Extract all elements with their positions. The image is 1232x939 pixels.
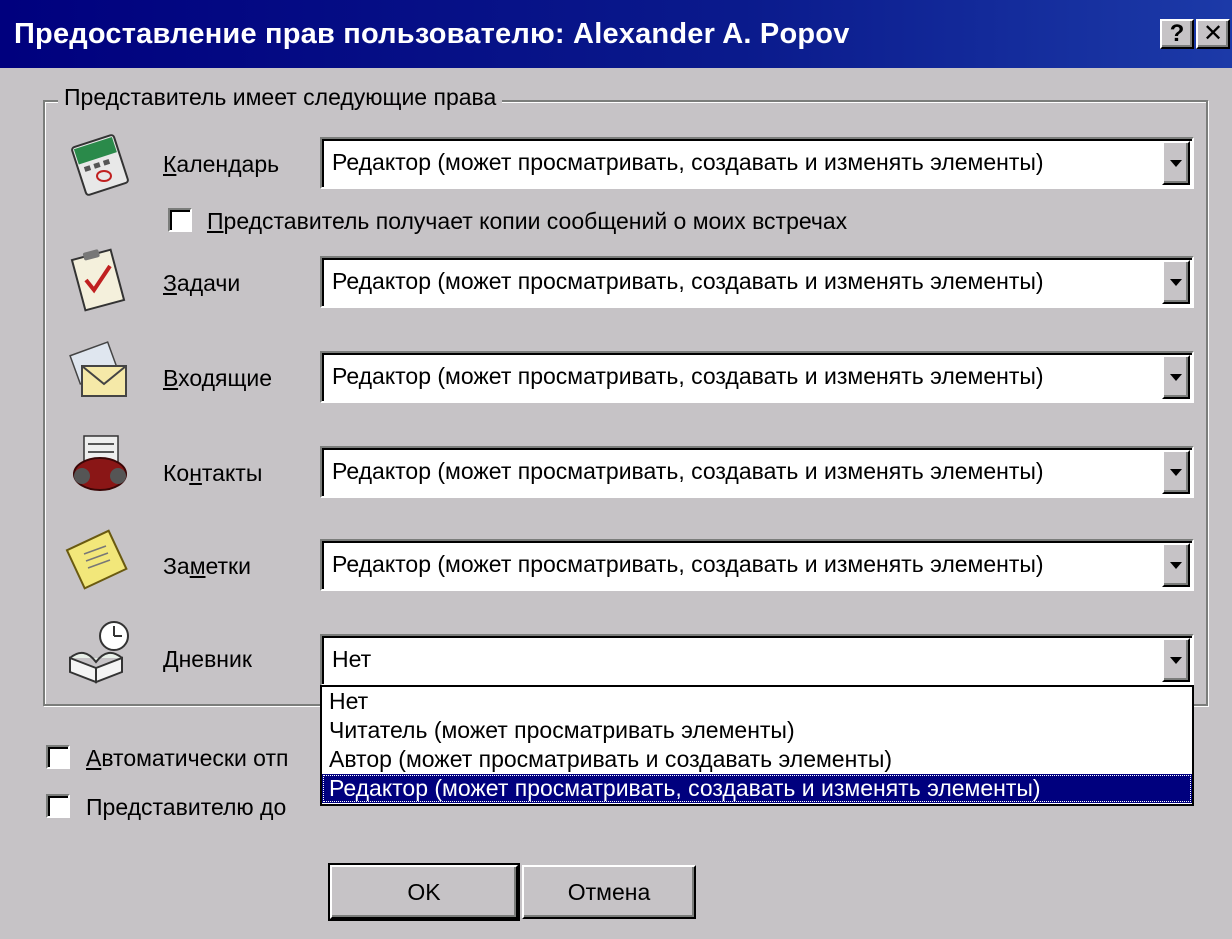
chevron-down-icon [1170, 373, 1182, 381]
journal-permission-select[interactable]: Нет [320, 634, 1194, 686]
notes-permission-value: Редактор (может просматривать, создавать… [332, 551, 1044, 577]
notes-label: Заметки [163, 553, 251, 579]
chevron-down-icon [1170, 159, 1182, 167]
inbox-permission-select[interactable]: Редактор (может просматривать, создавать… [320, 351, 1194, 403]
journal-permission-value: Нет [332, 646, 372, 672]
calendar-permission-value: Редактор (может просматривать, создавать… [332, 149, 1044, 175]
dropdown-option-reader[interactable]: Читатель (может просматривать элементы) [322, 716, 1192, 745]
journal-permission-dropdown-list[interactable]: Нет Читатель (может просматривать элемен… [320, 685, 1194, 806]
calendar-permission-select[interactable]: Редактор (может просматривать, создавать… [320, 137, 1194, 189]
journal-dropdown-arrow[interactable] [1162, 638, 1190, 682]
tasks-permission-value: Редактор (может просматривать, создавать… [332, 268, 1044, 294]
notes-permission-select[interactable]: Редактор (может просматривать, создавать… [320, 539, 1194, 591]
tasks-label: Задачи [163, 270, 241, 296]
journal-label: Дневник [163, 646, 252, 672]
inbox-label: Входящие [163, 365, 273, 391]
auto-send-checkbox[interactable] [46, 745, 70, 769]
cancel-button[interactable]: Отмена [522, 865, 696, 919]
chevron-down-icon [1170, 468, 1182, 476]
contacts-icon [73, 435, 127, 491]
notes-dropdown-arrow[interactable] [1162, 543, 1190, 587]
calendar-label: Календарь [163, 151, 280, 177]
private-items-checkbox[interactable] [46, 794, 70, 818]
chevron-down-icon [1170, 656, 1182, 664]
chevron-down-icon [1170, 561, 1182, 569]
auto-send-label: Автоматически отп [86, 745, 289, 771]
permissions-group-legend: Представитель имеет следующие права [58, 84, 503, 111]
title-bar[interactable]: Предоставление прав пользователю: Alexan… [0, 0, 1232, 68]
calendar-dropdown-arrow[interactable] [1162, 141, 1190, 185]
chevron-down-icon [1170, 278, 1182, 286]
calendar-icon [71, 134, 129, 196]
calendar-copies-checkbox[interactable] [168, 208, 192, 232]
tasks-icon [70, 248, 126, 312]
close-button[interactable]: ✕ [1196, 19, 1230, 49]
contacts-permission-select[interactable]: Редактор (может просматривать, создавать… [320, 446, 1194, 498]
tasks-permission-select[interactable]: Редактор (может просматривать, создавать… [320, 256, 1194, 308]
contacts-permission-value: Редактор (может просматривать, создавать… [332, 458, 1044, 484]
contacts-label: Контакты [163, 460, 263, 486]
calendar-copies-label: Представитель получает копии сообщений о… [207, 208, 848, 234]
private-items-label: Представителю до [86, 794, 287, 820]
dropdown-option-none[interactable]: Нет [322, 687, 1192, 716]
inbox-icon [69, 341, 127, 397]
ok-button[interactable]: OK [328, 863, 520, 921]
window-title: Предоставление прав пользователю: Alexan… [14, 18, 850, 50]
permissions-group [43, 100, 1208, 706]
dropdown-option-author[interactable]: Автор (может просматривать и создавать э… [322, 745, 1192, 774]
notes-icon [65, 529, 128, 590]
help-button[interactable]: ? [1160, 19, 1194, 49]
contacts-dropdown-arrow[interactable] [1162, 450, 1190, 494]
inbox-dropdown-arrow[interactable] [1162, 355, 1190, 399]
inbox-permission-value: Редактор (может просматривать, создавать… [332, 363, 1044, 389]
journal-icon [69, 621, 129, 684]
tasks-dropdown-arrow[interactable] [1162, 260, 1190, 304]
dropdown-option-editor[interactable]: Редактор (может просматривать, создавать… [322, 774, 1192, 803]
